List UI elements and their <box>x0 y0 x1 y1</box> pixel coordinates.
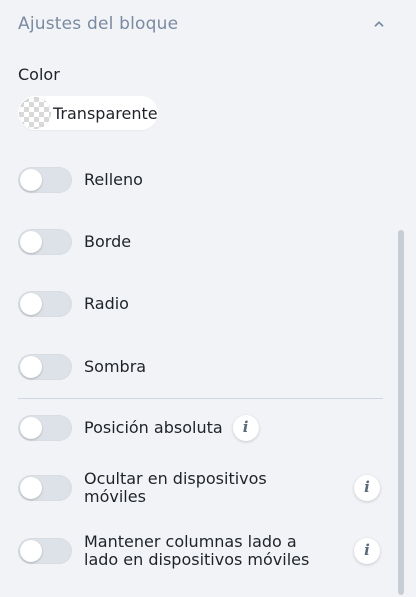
toggle-knob <box>20 356 42 378</box>
toggle-label: Posición absoluta <box>84 418 223 437</box>
toggle-label: Sombra <box>84 357 147 376</box>
toggle-row-posicion-absoluta: Posición absoluta i <box>18 415 380 441</box>
toggle-row-borde: Borde <box>18 229 380 255</box>
toggle-row-relleno: Relleno <box>18 167 380 193</box>
toggle-knob <box>20 417 42 439</box>
radio-toggle[interactable] <box>18 291 72 317</box>
mantener-columnas-toggle[interactable] <box>18 538 72 564</box>
color-label: Color <box>18 65 60 84</box>
info-glyph: i <box>364 477 370 496</box>
transparent-swatch-icon <box>19 97 51 129</box>
info-icon[interactable]: i <box>232 415 259 441</box>
info-icon[interactable]: i <box>354 475 380 501</box>
posicion-absoluta-toggle[interactable] <box>18 415 72 441</box>
section-title: Ajustes del bloque <box>18 14 179 34</box>
toggle-knob <box>20 231 42 253</box>
relleno-toggle[interactable] <box>18 167 72 193</box>
toggle-row-radio: Radio <box>18 291 380 317</box>
info-glyph: i <box>242 417 249 436</box>
toggle-row-mantener-columnas: Mantener columnas lado a lado en disposi… <box>18 533 380 569</box>
divider <box>18 398 383 399</box>
info-icon[interactable]: i <box>354 538 380 564</box>
sombra-toggle[interactable] <box>18 354 72 380</box>
toggle-label: Mantener columnas lado a lado en disposi… <box>84 532 310 569</box>
ocultar-moviles-toggle[interactable] <box>18 475 72 501</box>
borde-toggle[interactable] <box>18 229 72 255</box>
toggle-knob <box>20 477 42 499</box>
chevron-up-icon[interactable] <box>370 15 388 33</box>
toggle-knob <box>20 169 42 191</box>
toggle-row-ocultar-moviles: Ocultar en dispositivos móviles i <box>18 470 380 506</box>
info-glyph: i <box>364 540 370 559</box>
toggle-label: Radio <box>84 294 129 313</box>
block-settings-panel: Ajustes del bloque Color Transparente Re… <box>0 0 416 597</box>
toggle-label: Ocultar en dispositivos móviles <box>84 469 267 506</box>
toggle-row-sombra: Sombra <box>18 354 380 380</box>
color-value: Transparente <box>53 103 158 123</box>
toggle-label: Relleno <box>84 170 143 189</box>
section-header[interactable]: Ajustes del bloque <box>18 10 388 38</box>
toggle-knob <box>20 293 42 315</box>
color-picker-button[interactable]: Transparente <box>18 96 158 130</box>
scrollbar-thumb[interactable] <box>398 230 404 595</box>
toggle-label: Borde <box>84 232 132 251</box>
toggle-knob <box>20 540 42 562</box>
